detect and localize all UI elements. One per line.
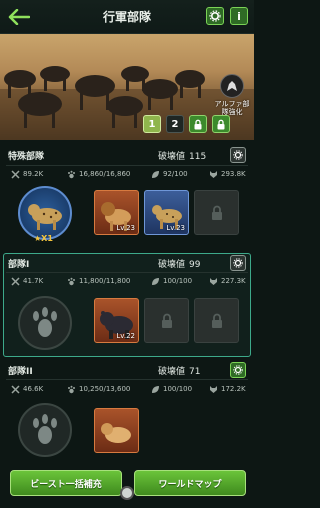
paw-value: 16,860/16,860: [79, 170, 131, 178]
claw-footprint-icon: [33, 414, 57, 444]
paw-stat: 11,800/11,800: [66, 276, 130, 286]
squad-leader-portrait[interactable]: [18, 186, 72, 240]
section-title: 部隊II: [8, 367, 33, 377]
squad-settings-button[interactable]: [230, 362, 246, 378]
food-stat: 100/100: [150, 384, 192, 394]
destroy-label: 破壊値: [158, 152, 186, 162]
wolf-stat: 172.2K: [208, 384, 246, 394]
food-value: 100/100: [163, 277, 193, 285]
squad-leader-empty[interactable]: [18, 403, 72, 457]
beast-level: Lv.23: [116, 224, 135, 232]
tab-squad-1[interactable]: 1: [143, 115, 161, 133]
destroy-value: 破壊値 99: [158, 257, 200, 270]
lock-icon: [217, 119, 225, 129]
attack-value: 41.7K: [23, 277, 44, 285]
squad-leader-empty[interactable]: [18, 296, 72, 350]
tab-squad-4-locked[interactable]: [212, 115, 230, 133]
destroy-number: 115: [189, 152, 207, 162]
beast-slot-2-locked[interactable]: [144, 298, 189, 343]
destroy-label: 破壊値: [158, 367, 186, 377]
beast-slot-2[interactable]: Lv.23: [144, 190, 189, 235]
tab-squad-3-locked[interactable]: [189, 115, 207, 133]
leaf-icon: [150, 276, 160, 286]
info-button[interactable]: i: [230, 7, 248, 25]
destroy-value: 破壊値 115: [158, 149, 206, 162]
paw-icon: [66, 169, 76, 179]
food-stat: 100/100: [150, 276, 192, 286]
squad-1-header: 部隊I 破壊値 99: [0, 253, 254, 273]
gear-icon: [233, 365, 243, 375]
gear-icon: [233, 150, 243, 160]
beast-level: Lv.22: [116, 332, 135, 340]
world-map-button[interactable]: ワールドマップ: [134, 470, 246, 496]
squad-tabs: 1 2: [143, 115, 230, 133]
claw-footprint-icon: [33, 307, 57, 337]
home-indicator[interactable]: [120, 486, 134, 500]
attack-value: 89.2K: [23, 170, 44, 178]
food-value: 92/100: [163, 170, 188, 178]
wolf-head-icon: [208, 276, 218, 286]
food-value: 100/100: [163, 385, 193, 393]
leopard-icon: [28, 204, 62, 230]
attack-stat: 89.2K: [10, 169, 43, 179]
wolf-value: 172.2K: [221, 385, 246, 393]
special-squad-header: 特殊部隊 破壊値 115: [0, 145, 254, 165]
paw-value: 11,800/11,800: [79, 277, 131, 285]
beast-slot-1[interactable]: Lv.23: [94, 190, 139, 235]
lock-icon: [194, 119, 202, 129]
beast-slot-1[interactable]: [94, 408, 139, 453]
alpha-beast-icon: [220, 74, 244, 98]
crossed-swords-icon: [10, 276, 20, 286]
wolf-stat: 227.3K: [208, 276, 246, 286]
squad-2-header: 部隊II 破壊値 71: [0, 360, 254, 380]
gear-icon: [233, 258, 243, 268]
lock-icon: [162, 313, 172, 328]
divider: [6, 379, 248, 380]
destroy-number: 99: [189, 260, 201, 270]
header-bar: 行軍部隊 i: [0, 0, 254, 34]
lock-icon: [212, 313, 222, 328]
leaf-icon: [150, 169, 160, 179]
attack-value: 46.6K: [23, 385, 44, 393]
settings-gear-button[interactable]: [206, 7, 224, 25]
section-title: 特殊部隊: [8, 152, 45, 162]
beast-slot-3-locked[interactable]: [194, 190, 239, 235]
beast-icon: [101, 423, 131, 443]
destroy-value: 破壊値 71: [158, 364, 200, 377]
crossed-swords-icon: [10, 384, 20, 394]
special-squad-stats: 89.2K 16,860/16,860 92/100 293.8K: [0, 166, 254, 182]
wolf-head-icon: [208, 169, 218, 179]
paw-value: 10,250/13,600: [79, 385, 131, 393]
destroy-label: 破壊値: [158, 260, 186, 270]
beast-slot-3-locked[interactable]: [194, 298, 239, 343]
wolf-value: 227.3K: [221, 277, 246, 285]
destroy-number: 71: [189, 367, 201, 377]
beast-bulk-refill-button[interactable]: ビースト一括補充: [10, 470, 122, 496]
attack-stat: 46.6K: [10, 384, 43, 394]
squad-1-stats: 41.7K 11,800/11,800 100/100 227.3K: [0, 273, 254, 289]
paw-stat: 16,860/16,860: [66, 169, 130, 179]
beast-slot-1[interactable]: Lv.22: [94, 298, 139, 343]
paw-stat: 10,250/13,600: [66, 384, 130, 394]
wolf-stat: 293.8K: [208, 169, 246, 179]
leader-star-rating: ★X1: [34, 234, 53, 243]
section-title: 部隊I: [8, 260, 30, 270]
lock-icon: [212, 205, 222, 220]
squad-2-stats: 46.6K 10,250/13,600 100/100 172.2K: [0, 381, 254, 397]
tab-squad-2[interactable]: 2: [166, 115, 184, 133]
attack-stat: 41.7K: [10, 276, 43, 286]
gear-icon: [209, 10, 221, 22]
crossed-swords-icon: [10, 169, 20, 179]
paw-icon: [66, 276, 76, 286]
food-stat: 92/100: [150, 169, 188, 179]
wolf-head-icon: [208, 384, 218, 394]
squad-settings-button[interactable]: [230, 255, 246, 271]
alpha-squad-label: アルファ部隊強化: [214, 100, 250, 116]
wolf-value: 293.8K: [221, 170, 246, 178]
beast-level: Lv.23: [166, 224, 185, 232]
paw-icon: [66, 384, 76, 394]
squad-settings-button[interactable]: [230, 147, 246, 163]
leaf-icon: [150, 384, 160, 394]
